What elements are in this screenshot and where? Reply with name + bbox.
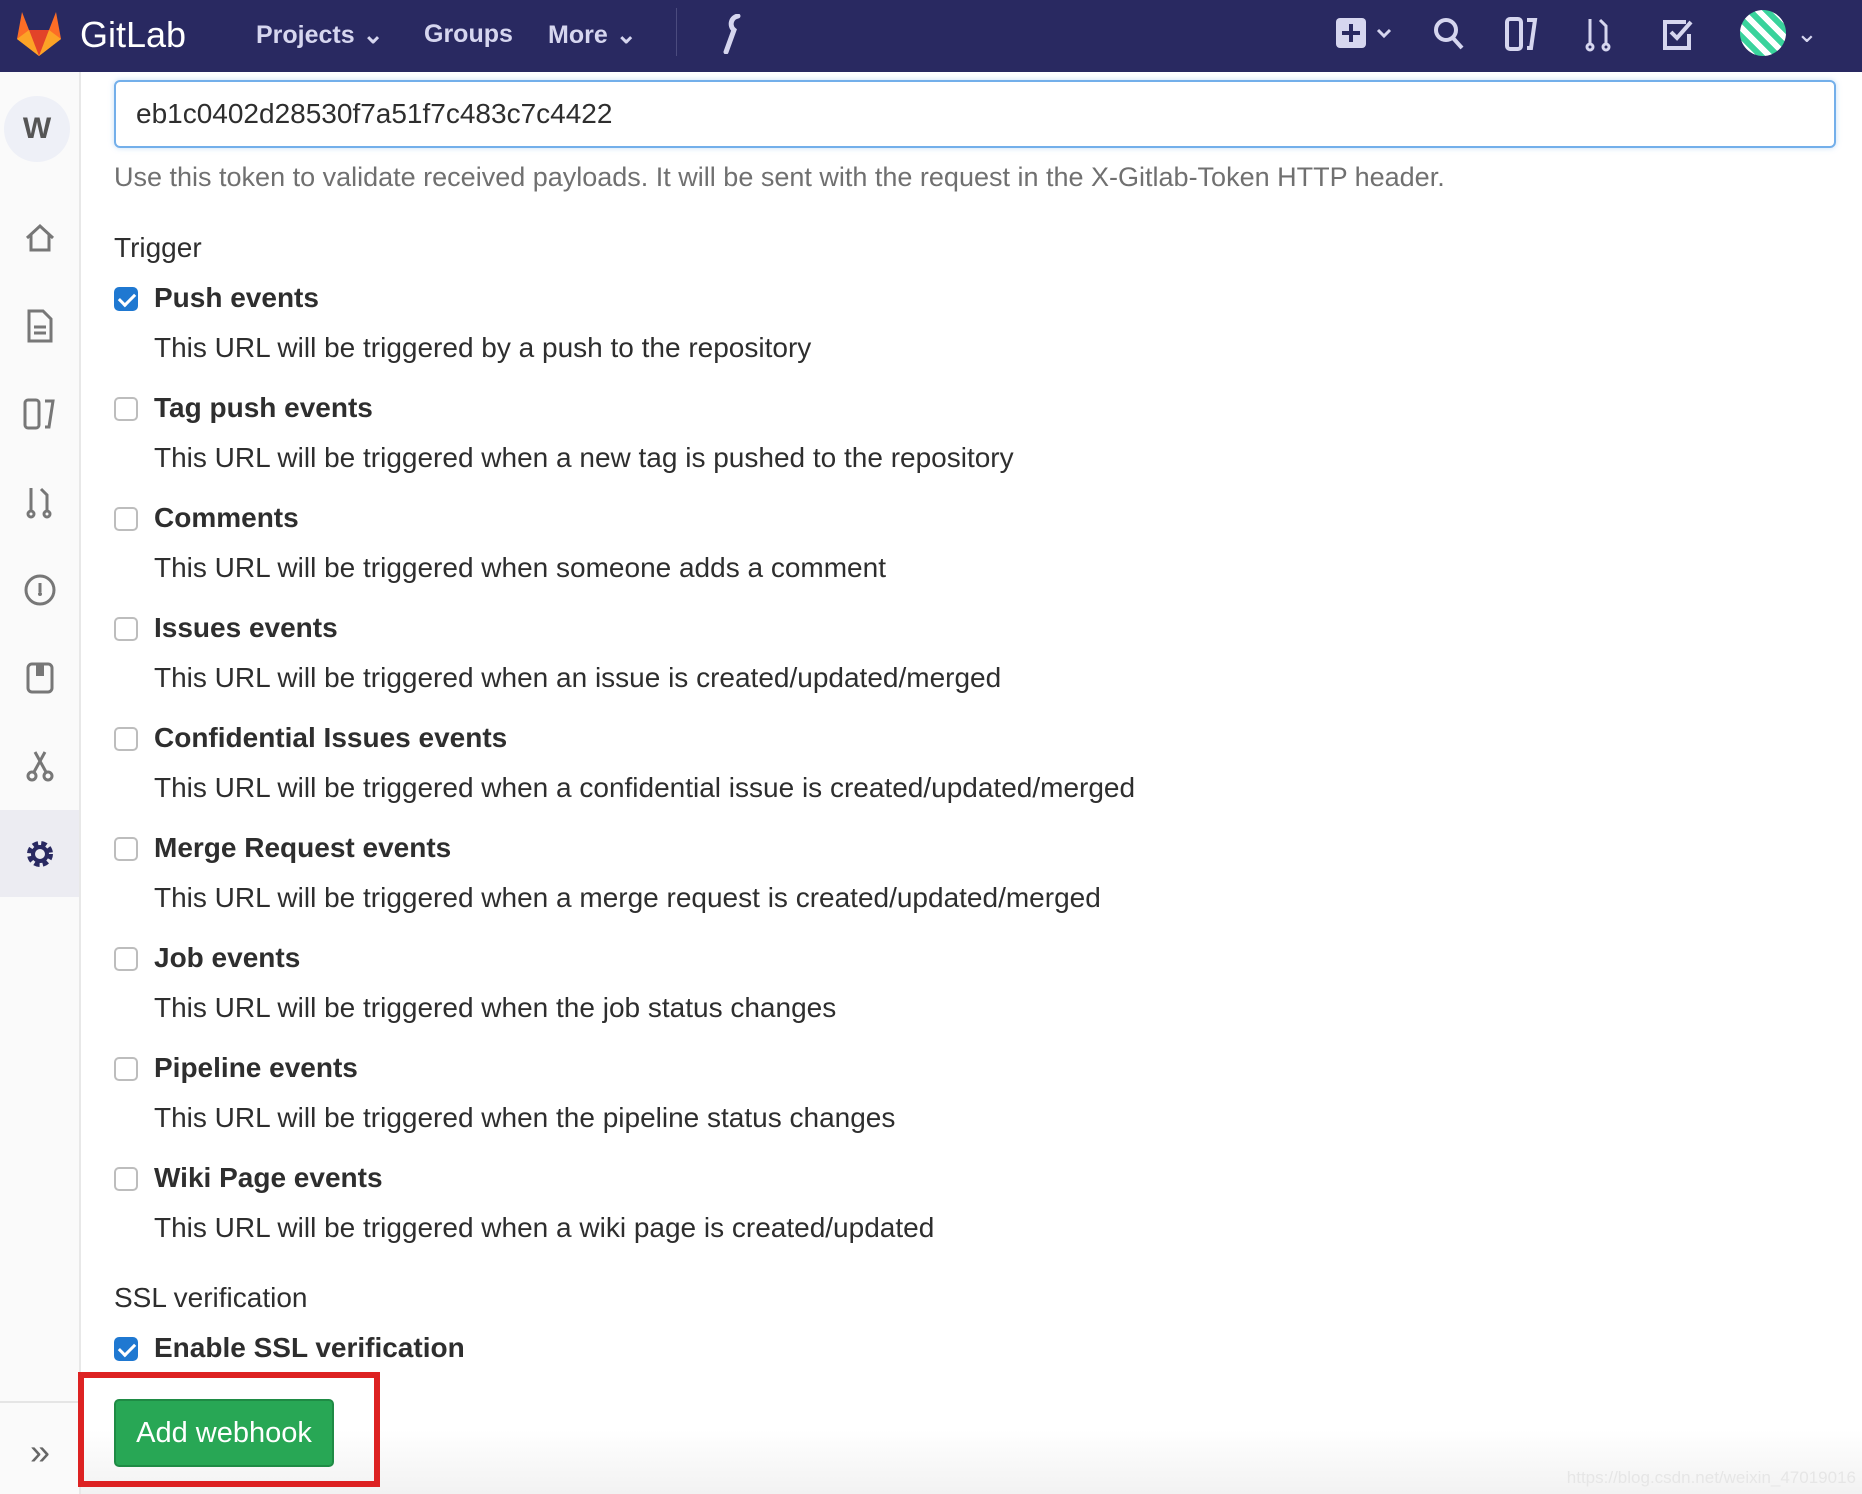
- trigger-checkbox[interactable]: [114, 287, 138, 311]
- wrench-icon[interactable]: [718, 14, 750, 54]
- ssl-checkbox[interactable]: [114, 1337, 138, 1361]
- merge-request-icon[interactable]: [1584, 14, 1614, 54]
- trigger-heading: Trigger: [114, 232, 202, 263]
- trigger-description: This URL will be triggered when the job …: [154, 992, 837, 1023]
- chevron-down-icon: ⌄: [615, 21, 637, 49]
- trigger-checkbox[interactable]: [114, 1167, 138, 1191]
- scissors-icon[interactable]: [12, 738, 68, 794]
- gauge-icon[interactable]: [12, 562, 68, 618]
- secret-token-input[interactable]: eb1c0402d28530f7a51f7c483c7c4422: [114, 80, 1836, 148]
- top-navbar: GitLab Projects ⌄ Groups More ⌄ ⌄: [0, 0, 1862, 72]
- chevron-down-icon: ⌄: [362, 21, 384, 49]
- ssl-label[interactable]: Enable SSL verification: [154, 1332, 465, 1364]
- merge-request-icon[interactable]: [12, 474, 68, 530]
- nav-groups[interactable]: Groups: [424, 20, 513, 49]
- trigger-label[interactable]: Wiki Page events: [154, 1162, 383, 1194]
- add-webhook-button[interactable]: Add webhook: [114, 1399, 334, 1467]
- trigger-label[interactable]: Issues events: [154, 612, 338, 644]
- trigger-description: This URL will be triggered by a push to …: [154, 332, 812, 363]
- trigger-description: This URL will be triggered when someone …: [154, 552, 886, 583]
- trigger-label[interactable]: Push events: [154, 282, 319, 314]
- project-sidebar: W »: [0, 72, 81, 1494]
- secret-token-help: Use this token to validate received payl…: [114, 162, 1445, 192]
- project-avatar[interactable]: W: [4, 96, 70, 162]
- nav-projects[interactable]: Projects ⌄: [256, 20, 384, 50]
- home-icon[interactable]: [12, 210, 68, 266]
- trigger-checkbox[interactable]: [114, 727, 138, 751]
- double-chevron-right-icon[interactable]: »: [12, 1424, 68, 1480]
- nav-label: Projects: [256, 20, 355, 49]
- trigger-label[interactable]: Job events: [154, 942, 300, 974]
- issues-board-icon[interactable]: [12, 386, 68, 442]
- settings-icon[interactable]: [12, 826, 68, 882]
- trigger-description: This URL will be triggered when a confid…: [154, 772, 1136, 803]
- issues-icon[interactable]: [1504, 14, 1540, 54]
- trigger-description: This URL will be triggered when a wiki p…: [154, 1212, 935, 1243]
- trigger-checkbox[interactable]: [114, 1057, 138, 1081]
- snippet-icon[interactable]: [12, 650, 68, 706]
- ssl-heading: SSL verification: [114, 1282, 308, 1313]
- document-icon[interactable]: [12, 298, 68, 354]
- search-icon[interactable]: [1432, 14, 1468, 54]
- plus-square-icon[interactable]: [1334, 14, 1394, 54]
- trigger-checkbox[interactable]: [114, 397, 138, 421]
- trigger-checkbox[interactable]: [114, 837, 138, 861]
- trigger-checkbox[interactable]: [114, 507, 138, 531]
- trigger-description: This URL will be triggered when an issue…: [154, 662, 1002, 693]
- trigger-label[interactable]: Merge Request events: [154, 832, 451, 864]
- brand-name[interactable]: GitLab: [80, 14, 186, 56]
- nav-more[interactable]: More ⌄: [548, 20, 637, 50]
- watermark: https://blog.csdn.net/weixin_47019016: [1566, 1468, 1856, 1487]
- trigger-checkbox[interactable]: [114, 617, 138, 641]
- trigger-label[interactable]: Comments: [154, 502, 299, 534]
- nav-label: More: [548, 20, 608, 49]
- chevron-down-icon[interactable]: ⌄: [1796, 18, 1818, 49]
- trigger-label[interactable]: Pipeline events: [154, 1052, 358, 1084]
- todo-icon[interactable]: [1660, 14, 1696, 54]
- trigger-description: This URL will be triggered when a merge …: [154, 882, 1101, 913]
- trigger-label[interactable]: Tag push events: [154, 392, 373, 424]
- trigger-checkbox[interactable]: [114, 947, 138, 971]
- gitlab-logo[interactable]: [14, 10, 64, 58]
- trigger-label[interactable]: Confidential Issues events: [154, 722, 507, 754]
- nav-label: Groups: [424, 20, 513, 48]
- divider: [0, 1401, 79, 1403]
- trigger-description: This URL will be triggered when the pipe…: [154, 1102, 896, 1133]
- user-avatar[interactable]: [1740, 10, 1786, 56]
- divider: [676, 8, 677, 56]
- trigger-description: This URL will be triggered when a new ta…: [154, 442, 1014, 473]
